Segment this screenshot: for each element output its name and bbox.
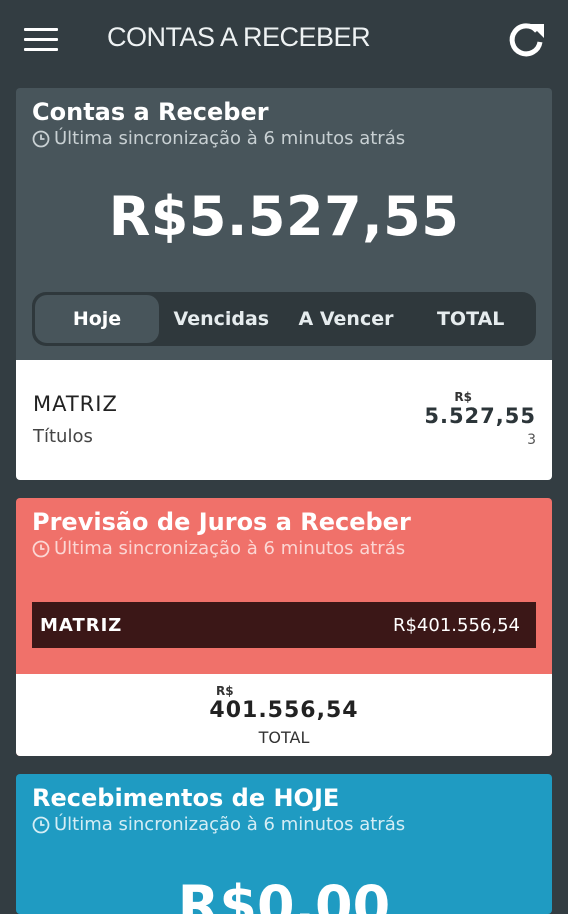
tab-vencidas[interactable]: Vencidas xyxy=(159,295,284,343)
total-label: TOTAL xyxy=(258,728,310,747)
titles-count: 3 xyxy=(527,432,536,448)
branch-name: MATRIZ xyxy=(40,614,123,636)
tab-total[interactable]: TOTAL xyxy=(408,295,533,343)
currency-symbol: R$ xyxy=(216,684,234,698)
receivables-title: Contas a Receber xyxy=(32,98,269,126)
hamburger-menu-icon[interactable] xyxy=(24,28,58,52)
sync-status: Última sincronização à 6 minutos atrás xyxy=(32,128,536,149)
today-title: Recebimentos de HOJE xyxy=(32,784,340,812)
receivables-card: Contas a Receber Última sincronização à … xyxy=(16,88,552,480)
sync-status: Última sincronização à 6 minutos atrás xyxy=(32,814,536,835)
sync-text: Última sincronização à 6 minutos atrás xyxy=(54,814,406,835)
interest-card: Previsão de Juros a Receber Última sincr… xyxy=(16,498,552,756)
interest-title: Previsão de Juros a Receber xyxy=(32,508,411,536)
period-tabs: Hoje Vencidas A Vencer TOTAL xyxy=(32,292,536,346)
sync-status: Última sincronização à 6 minutos atrás xyxy=(32,538,536,559)
branch-subtitle: Títulos xyxy=(33,426,93,447)
clock-icon xyxy=(32,130,50,147)
refresh-icon[interactable] xyxy=(506,20,546,60)
tab-hoje[interactable]: Hoje xyxy=(35,295,159,343)
page-title: CONTAS A RECEBER xyxy=(107,22,371,52)
clock-icon xyxy=(32,816,50,833)
currency-symbol: R$ xyxy=(454,390,472,404)
today-receipts-card: Recebimentos de HOJE Última sincronizaçã… xyxy=(16,774,552,914)
app-bar: CONTAS A RECEBER xyxy=(0,0,568,80)
tab-a-vencer[interactable]: A Vencer xyxy=(284,295,409,343)
list-item[interactable]: MATRIZ R$401.556,54 xyxy=(32,602,536,648)
today-amount: R$0,00 xyxy=(177,874,391,914)
receivables-amount: R$5.527,55 xyxy=(108,185,460,248)
sync-text: Última sincronização à 6 minutos atrás xyxy=(54,128,406,149)
sync-text: Última sincronização à 6 minutos atrás xyxy=(54,538,406,559)
total-value: 401.556,54 xyxy=(209,698,359,723)
list-item[interactable]: MATRIZ Títulos R$ 5.527,55 3 xyxy=(16,360,552,480)
interest-total: R$ 401.556,54 TOTAL xyxy=(16,674,552,756)
clock-icon xyxy=(32,540,50,557)
branch-name: MATRIZ xyxy=(33,392,118,416)
branch-value: R$401.556,54 xyxy=(392,614,520,636)
branch-value: 5.527,55 xyxy=(424,404,536,428)
